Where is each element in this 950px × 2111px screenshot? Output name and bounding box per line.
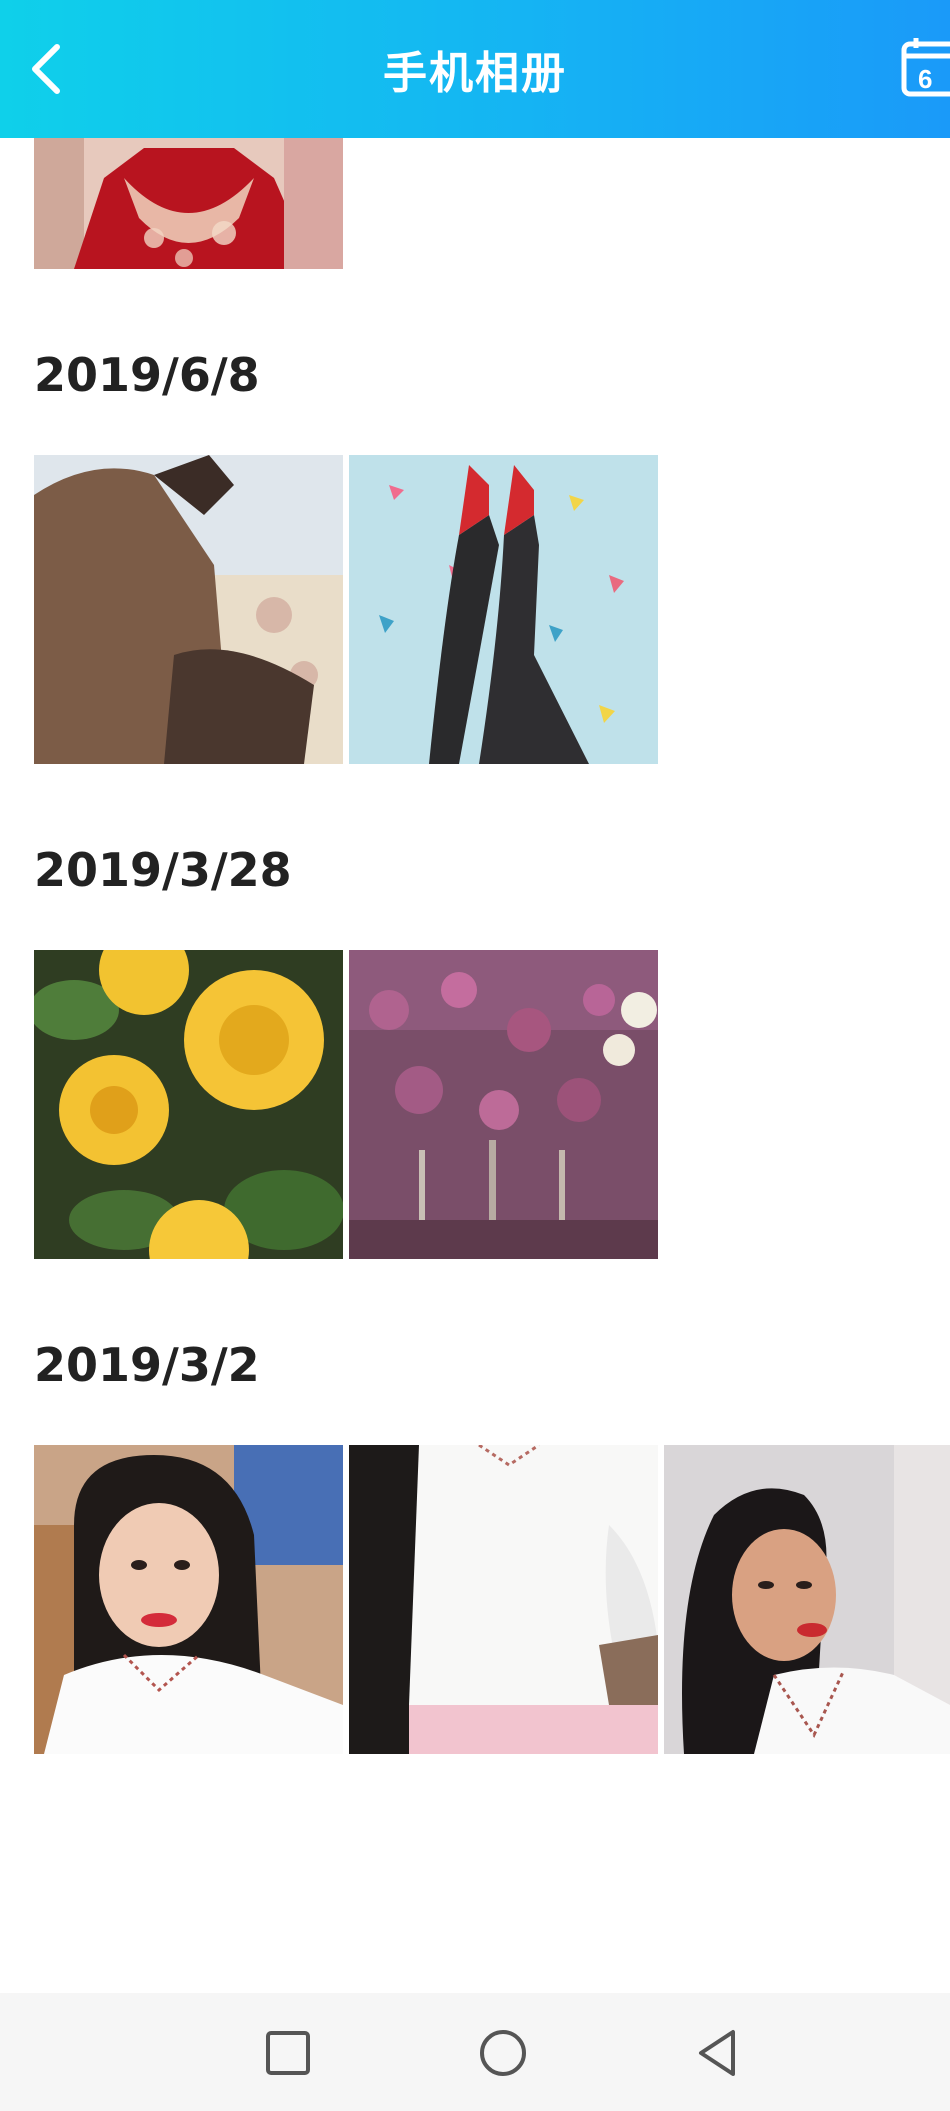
page-title: 手机相册 [383,48,567,99]
photo-image [34,950,343,1259]
square-icon [266,2031,310,2075]
calendar-badge: 6 [918,64,932,94]
section-date: 2019/3/28 [34,843,292,897]
photo-thumbnail[interactable] [349,1445,658,1754]
section-date: 2019/3/2 [34,1338,260,1392]
photo-image [34,1445,343,1754]
calendar-icon: 6 [901,38,950,97]
photo-image [349,1445,658,1754]
calendar-button[interactable]: 6 [900,36,950,100]
section-date: 2019/6/8 [34,348,260,402]
photo-thumbnail[interactable] [349,950,658,1259]
photo-thumbnail[interactable] [34,138,343,269]
photo-image [664,1445,950,1754]
system-nav-bar [0,1993,950,2111]
photo-thumbnail[interactable] [34,1445,343,1754]
triangle-back-icon [699,2030,735,2076]
photo-thumbnail[interactable] [34,455,343,764]
photo-thumbnail[interactable] [664,1445,950,1754]
photo-image [349,950,658,1259]
photo-thumbnail[interactable] [349,455,658,764]
home-button[interactable] [463,2013,543,2093]
photo-image [349,455,658,764]
recent-apps-button[interactable] [248,2013,328,2093]
back-nav-button[interactable] [678,2013,758,2093]
photo-image [34,138,343,269]
photo-image [34,455,343,764]
photo-thumbnail[interactable] [34,950,343,1259]
app-header: 手机相册 6 [0,0,950,138]
circle-icon [480,2030,526,2076]
